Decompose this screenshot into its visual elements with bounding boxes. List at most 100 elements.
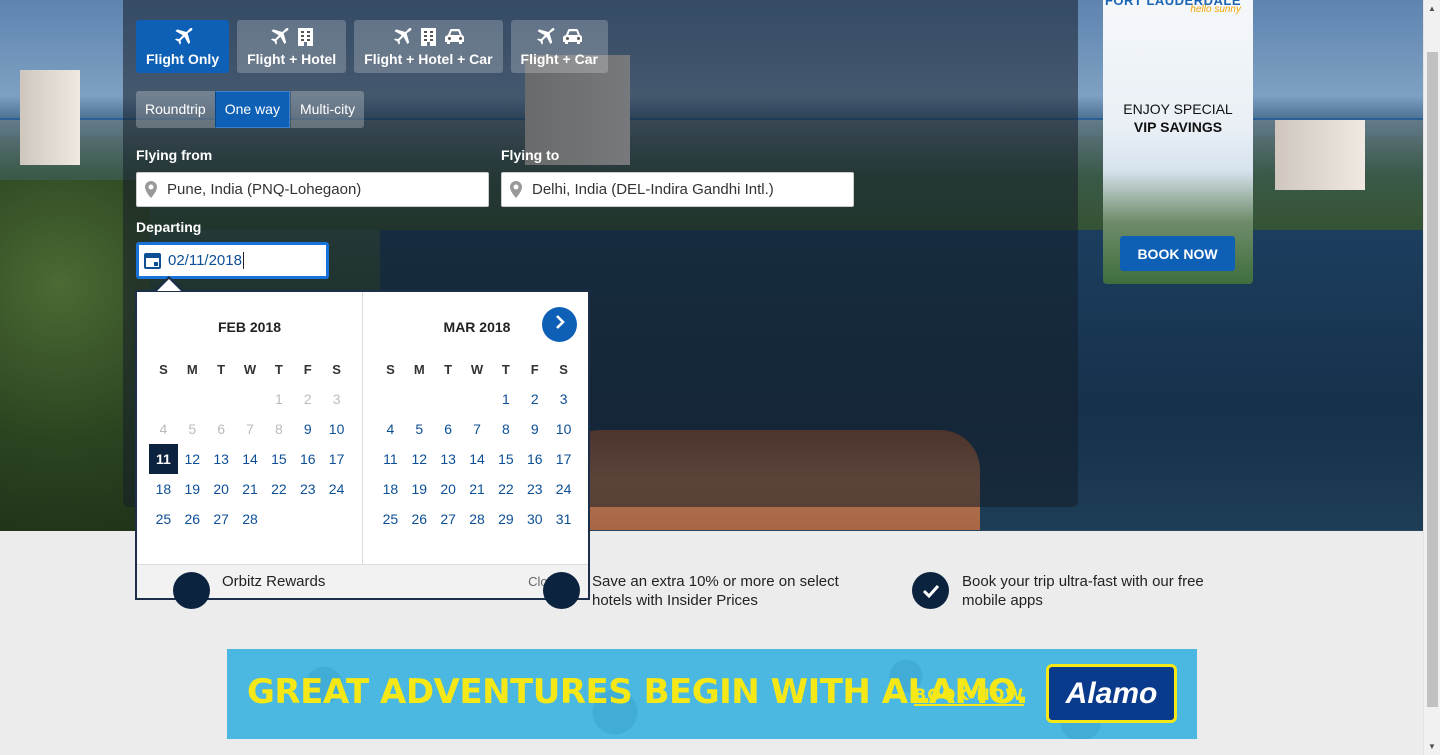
day-cell[interactable]: 16 (520, 444, 549, 474)
day-cell[interactable]: 21 (236, 474, 265, 504)
checkmark-icon (912, 572, 949, 609)
tab-icons (173, 27, 193, 47)
ad-book-now-button[interactable]: BOOK NOW (1120, 236, 1235, 271)
week-row: 11 12 13 14 15 16 17 (149, 444, 351, 474)
day-cell[interactable]: 31 (549, 504, 578, 534)
day-cell[interactable]: 8 (491, 414, 520, 444)
plane-icon (173, 27, 193, 46)
empty-day-cell (264, 504, 293, 534)
building (20, 70, 80, 165)
week-row: 18 19 20 21 22 23 24 (149, 474, 351, 504)
flying-from-label: Flying from (136, 147, 213, 163)
day-cell[interactable]: 13 (434, 444, 463, 474)
product-tab-label: Flight Only (146, 50, 220, 67)
trip-type-multi-city[interactable]: Multi-city (289, 91, 365, 128)
side-ad[interactable]: FORT LAUDERDALE hello sunny ENJOY SPECIA… (1103, 0, 1253, 284)
day-cell[interactable]: 18 (149, 474, 178, 504)
day-cell[interactable]: 7 (463, 414, 492, 444)
day-cell[interactable]: 20 (207, 474, 236, 504)
week-row: 123 (149, 384, 351, 414)
trip-type-one-way[interactable]: One way (214, 91, 290, 128)
day-cell[interactable]: 15 (491, 444, 520, 474)
weekday-label: S (386, 362, 395, 377)
day-cell[interactable]: 24 (549, 474, 578, 504)
day-cell[interactable]: 17 (549, 444, 578, 474)
day-cell[interactable]: 22 (491, 474, 520, 504)
scroll-down-arrow-icon[interactable]: ▼ (1424, 738, 1440, 755)
next-month-button[interactable] (542, 307, 577, 342)
month-grid: S M T W T F S 1 2 3 4 5 6 7 8 9 10 11 12 13 14 15 16 17 18 19 20 21… (149, 360, 351, 534)
alamo-banner-ad[interactable]: GREAT ADVENTURES BEGIN WITH ALAMO. BOOK … (227, 649, 1197, 739)
empty-day-cell (207, 384, 236, 414)
day-cell[interactable]: 21 (463, 474, 492, 504)
day-cell[interactable]: 14 (236, 444, 265, 474)
departing-date-input[interactable]: 02/11/2018 (136, 242, 329, 279)
weekday-label: T (501, 362, 510, 377)
banner-book-now-link[interactable]: BOOK NOW (914, 685, 1025, 706)
flying-from-input[interactable]: Pune, India (PNQ-Lohegaon) (136, 172, 489, 207)
day-cell[interactable]: 14 (463, 444, 492, 474)
day-cell[interactable]: 9 (293, 414, 322, 444)
day-cell[interactable]: 23 (293, 474, 322, 504)
banner-headline: GREAT ADVENTURES BEGIN WITH ALAMO. (247, 672, 1028, 712)
day-cell[interactable]: 12 (178, 444, 207, 474)
day-cell[interactable]: 10 (322, 414, 351, 444)
product-tab-flight-car[interactable]: Flight + Car (510, 20, 608, 73)
product-tab-label: Flight + Hotel (247, 50, 337, 67)
day-cell[interactable]: 1 (491, 384, 520, 414)
scrollbar-thumb[interactable] (1427, 52, 1438, 707)
day-cell[interactable]: 16 (293, 444, 322, 474)
day-cell[interactable]: 10 (549, 414, 578, 444)
day-cell[interactable]: 18 (376, 474, 405, 504)
day-cell[interactable]: 2 (520, 384, 549, 414)
week-row: 4 5 6 7 8 9 10 (149, 414, 351, 444)
product-tab-flight-hotel-car[interactable]: Flight + Hotel + Car (354, 20, 503, 73)
day-cell[interactable]: 13 (207, 444, 236, 474)
product-tab-flight-only[interactable]: Flight Only (136, 20, 230, 73)
day-cell[interactable]: 3 (549, 384, 578, 414)
day-cell[interactable]: 30 (520, 504, 549, 534)
hotel-icon (297, 27, 314, 47)
weekday-label: W (470, 362, 484, 377)
tab-icons (392, 27, 465, 47)
day-cell[interactable]: 25 (376, 504, 405, 534)
day-cell[interactable]: 27 (207, 504, 236, 534)
day-cell[interactable]: 4 (376, 414, 405, 444)
day-cell[interactable]: 11 (376, 444, 405, 474)
hotel-icon (420, 27, 437, 47)
product-tab-flight-hotel[interactable]: Flight + Hotel (237, 20, 347, 73)
day-cell[interactable]: 6 (434, 414, 463, 444)
day-cell[interactable]: 17 (322, 444, 351, 474)
day-cell[interactable]: 19 (405, 474, 434, 504)
day-cell[interactable]: 22 (264, 474, 293, 504)
day-cell-disabled: 7 (246, 421, 254, 437)
day-cell[interactable]: 12 (405, 444, 434, 474)
week-row: 123 (376, 384, 578, 414)
day-cell[interactable]: 24 (322, 474, 351, 504)
day-cell[interactable]: 5 (405, 414, 434, 444)
day-cell[interactable]: 25 (149, 504, 178, 534)
day-cell[interactable]: 19 (178, 474, 207, 504)
weekday-header-row: SMTWTFS (149, 360, 351, 380)
day-cell[interactable]: 23 (520, 474, 549, 504)
feature-text: Save an extra 10% or more on select (592, 573, 839, 590)
trip-type-roundtrip[interactable]: Roundtrip (136, 91, 215, 128)
day-cell[interactable]: 29 (491, 504, 520, 534)
feature-rewards: Orbitz Rewards (222, 572, 325, 591)
scroll-up-arrow-icon[interactable]: ▲ (1424, 0, 1440, 17)
day-cell[interactable]: 26 (405, 504, 434, 534)
day-cell[interactable]: 27 (434, 504, 463, 534)
day-cell[interactable]: 26 (178, 504, 207, 534)
page-scrollbar[interactable]: ▲ ▼ (1423, 0, 1440, 755)
day-cell[interactable]: 28 (236, 504, 265, 534)
day-cell-selected[interactable]: 11 (149, 444, 178, 474)
day-cell[interactable]: 15 (264, 444, 293, 474)
weekday-label: F (530, 362, 539, 377)
product-tabs: Flight Only Flight + Hotel Flight + Hotel … (136, 20, 608, 73)
week-row: 11 12 13 14 15 16 17 (376, 444, 578, 474)
day-cell[interactable]: 28 (463, 504, 492, 534)
empty-day-cell (293, 504, 322, 534)
day-cell[interactable]: 9 (520, 414, 549, 444)
day-cell[interactable]: 20 (434, 474, 463, 504)
flying-to-input[interactable]: Delhi, India (DEL-Indira Gandhi Intl.) (501, 172, 854, 207)
